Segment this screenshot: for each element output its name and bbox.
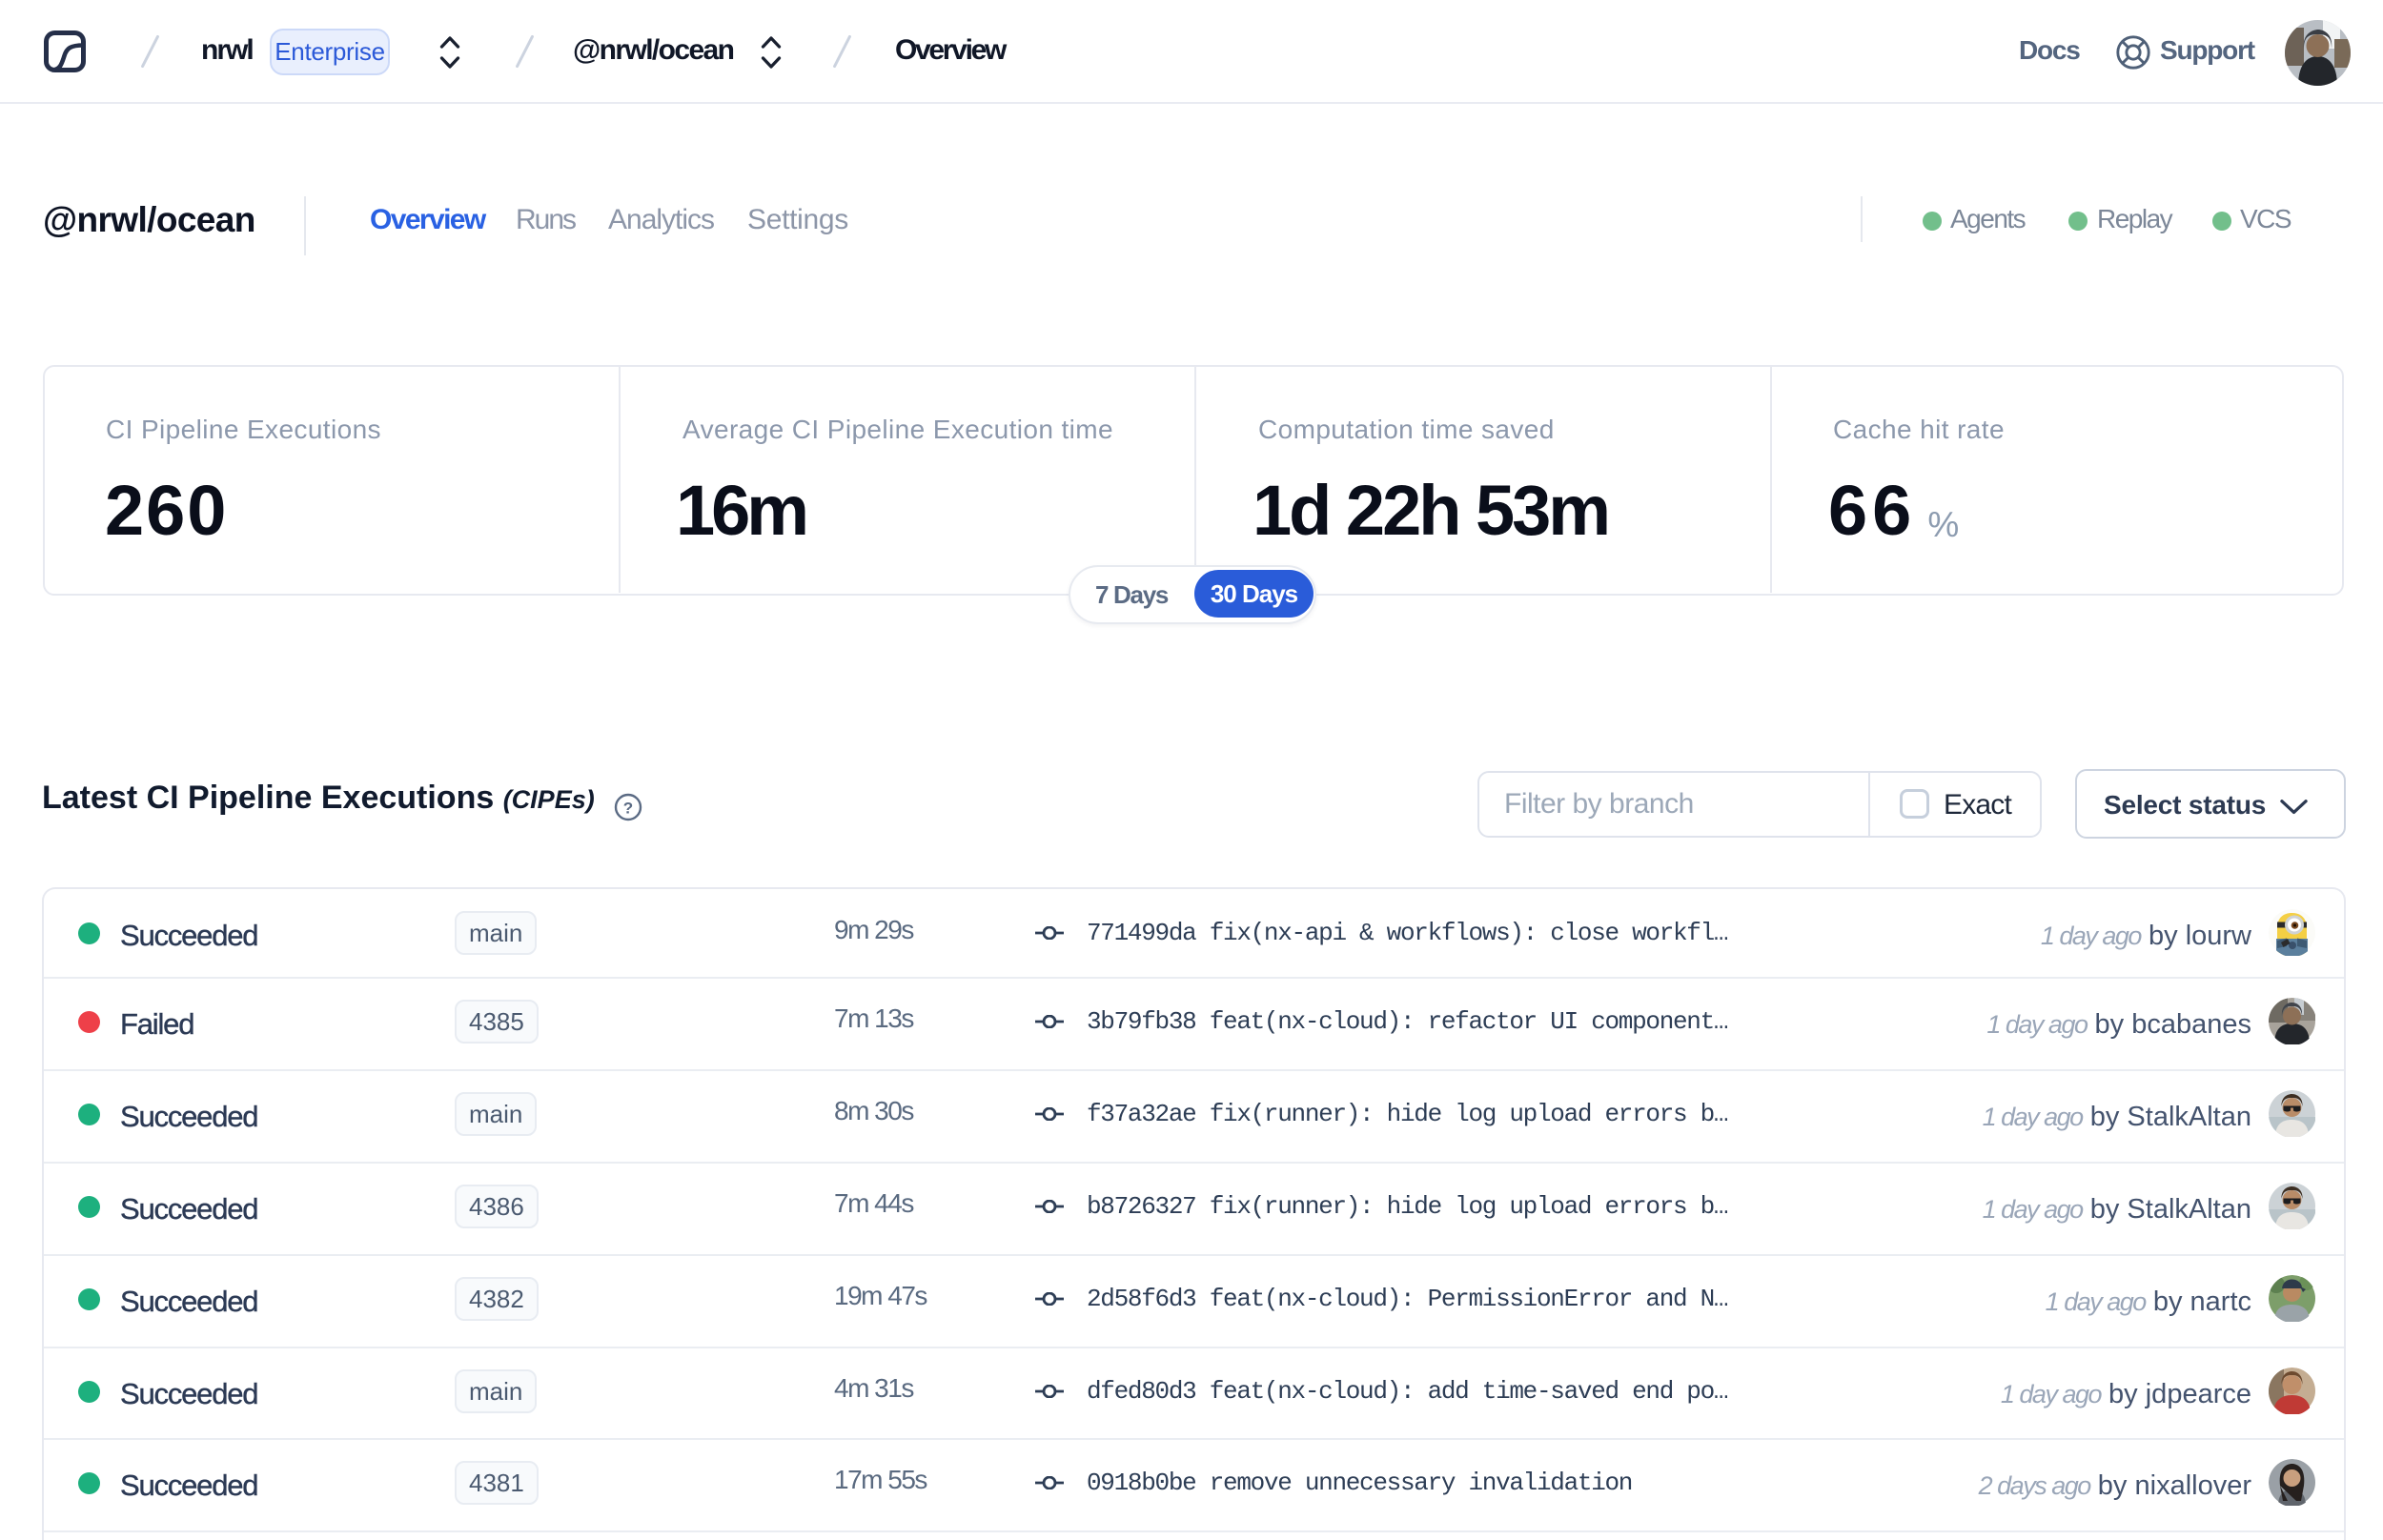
svg-text:?: ? <box>623 800 633 818</box>
